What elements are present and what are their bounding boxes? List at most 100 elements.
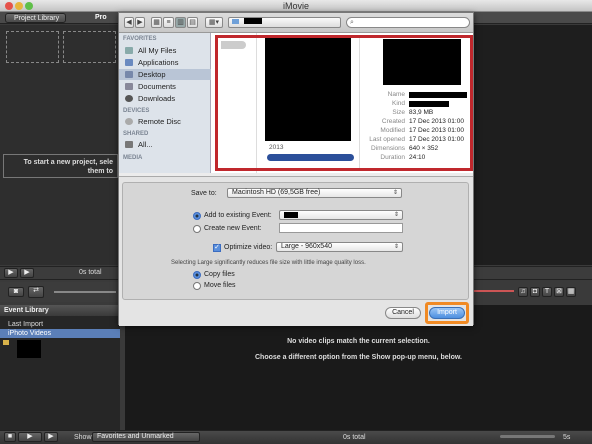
swap-icon[interactable]: ⇄ (28, 286, 44, 298)
disc-icon (125, 118, 133, 125)
shared-header: SHARED (123, 131, 149, 137)
map-icon[interactable]: ▦ (566, 287, 576, 297)
sidebar-item-desktop[interactable]: Desktop (119, 69, 211, 80)
arrange-menu-icon[interactable]: ▦▾ (205, 17, 223, 28)
browser-highlight-box (215, 35, 473, 171)
applications-icon (125, 59, 133, 66)
transition-icon[interactable]: ⊠ (554, 287, 564, 297)
all-files-icon (125, 47, 133, 54)
optimize-checkbox[interactable]: ✓ (213, 244, 221, 252)
app-title: iMovie (282, 1, 309, 11)
options-panel: Save to: Macintosh HD (69,5GB free) ⇕ Add… (122, 182, 469, 300)
existing-event-popup[interactable]: ⇕ (279, 210, 403, 220)
create-new-radio[interactable] (193, 225, 201, 233)
icon-view-icon[interactable]: ▦ (151, 17, 162, 28)
import-options: Save to: Macintosh HD (69,5GB free) ⇕ Add… (119, 176, 473, 326)
location-popup[interactable] (228, 17, 341, 28)
sidebar-item-downloads[interactable]: Downloads (119, 93, 211, 104)
popup-arrows-icon: ⇕ (392, 190, 398, 196)
project-placeholder (63, 31, 116, 63)
sidebar-item-label: All... (138, 140, 153, 149)
folder-icon (3, 340, 9, 345)
empty-message-hint: Choose a different option from the Show … (254, 354, 462, 361)
music-icon[interactable]: ♫ (518, 287, 528, 297)
project-tab[interactable]: Pro (95, 14, 107, 21)
viewer-pane (474, 25, 592, 265)
dialog-toolbar: ◀ ▶ ▦ ≡ ▥ ▤ ▦▾ ⌕ (119, 13, 473, 33)
list-view-icon[interactable]: ≡ (163, 17, 174, 28)
sidebar-item-label: Remote Disc (138, 117, 181, 126)
show-filter-popup[interactable]: Favorites and Unmarked (92, 432, 200, 442)
column-view-icon[interactable]: ▥ (175, 17, 186, 28)
network-icon (125, 141, 133, 148)
optimize-value: Large - 960x540 (281, 243, 332, 250)
sidebar-item-applications[interactable]: Applications (119, 57, 211, 68)
play-fullscreen-icon[interactable]: ▶ (20, 268, 34, 278)
sidebar-item-all-my-files[interactable]: All My Files (119, 45, 211, 56)
play-event-icon[interactable]: ▶ (18, 432, 42, 442)
devices-header: DEVICES (123, 108, 150, 114)
thumbnail-slider[interactable] (54, 291, 116, 293)
camera-icon[interactable]: ◙ (8, 287, 24, 297)
title-icon[interactable]: T (542, 287, 552, 297)
zoom-value: 5s (563, 434, 571, 441)
sidebar-item-label: Documents (138, 82, 176, 91)
event-thumbnail[interactable] (17, 340, 41, 358)
import-button[interactable]: Import (429, 307, 465, 319)
title-bar: iMovie (0, 0, 592, 12)
copy-files-radio[interactable] (193, 271, 201, 279)
empty-message: No video clips match the current selecti… (287, 338, 430, 345)
desktop-icon (125, 71, 133, 78)
forward-icon[interactable]: ▶ (135, 17, 145, 28)
event-library-header: Event Library (0, 305, 120, 316)
event-name-redacted (284, 212, 298, 218)
coverflow-view-icon[interactable]: ▤ (187, 17, 198, 28)
new-event-field[interactable] (279, 223, 403, 233)
back-icon[interactable]: ◀ (124, 17, 134, 28)
bottom-bar: ■ ▶ ▶ Show: Favorites and Unmarked 0s to… (0, 430, 592, 444)
location-name (243, 18, 262, 24)
downloads-icon (125, 95, 133, 102)
popup-arrows-icon: ⇕ (393, 212, 399, 218)
play-event-full-icon[interactable]: ▶ (44, 432, 58, 442)
event-library: Last Import iPhoto Videos (0, 316, 120, 430)
project-placeholder (6, 31, 59, 63)
save-to-value: Macintosh HD (69,5GB free) (232, 189, 321, 196)
sidebar-item-remote-disc[interactable]: Remote Disc (119, 116, 211, 127)
play-icon[interactable]: ▶ (4, 268, 18, 278)
sidebar-item-documents[interactable]: Documents (119, 81, 211, 92)
favorites-header: FAVORITES (123, 36, 157, 42)
start-hint-line: To start a new project, sele (23, 159, 113, 166)
search-icon: ⌕ (350, 19, 354, 26)
move-files-radio[interactable] (193, 282, 201, 290)
event-total: 0s total (343, 434, 366, 441)
optimize-popup[interactable]: Large - 960x540 ⇕ (276, 242, 403, 252)
save-to-label: Save to: (191, 190, 217, 197)
event-item-last-import[interactable]: Last Import (0, 320, 120, 329)
project-total: 0s total (79, 269, 102, 276)
cancel-button[interactable]: Cancel (385, 307, 421, 319)
audio-level (474, 290, 514, 292)
save-to-popup[interactable]: Macintosh HD (69,5GB free) ⇕ (227, 188, 402, 198)
sidebar-item-label: Applications (138, 58, 179, 67)
copy-files-label: Copy files (204, 271, 235, 278)
zoom-slider[interactable] (500, 435, 555, 438)
add-existing-label: Add to existing Event: (204, 212, 272, 219)
media-header: MEDIA (123, 155, 143, 161)
documents-icon (125, 83, 133, 90)
create-new-label: Create new Event: (204, 225, 262, 232)
project-pane: To start a new project, sele them to (0, 25, 118, 265)
folder-icon (232, 19, 239, 24)
stop-icon[interactable]: ■ (4, 432, 16, 442)
add-existing-radio[interactable] (193, 212, 201, 220)
event-tools-bar: ◙ ⇄ (0, 282, 125, 302)
project-library-button[interactable]: Project Library (5, 13, 67, 23)
event-item-iphoto-videos[interactable]: iPhoto Videos (0, 329, 120, 338)
start-hint-line: them to (87, 168, 113, 175)
search-input[interactable]: ⌕ (346, 17, 470, 28)
sidebar-item-all-shared[interactable]: All... (119, 139, 211, 150)
finder-sidebar: FAVORITES All My Files Applications Desk… (119, 33, 211, 173)
show-label: Show: (74, 434, 94, 441)
sidebar-item-label: Downloads (138, 94, 176, 103)
photo-icon[interactable]: ◘ (530, 287, 540, 297)
